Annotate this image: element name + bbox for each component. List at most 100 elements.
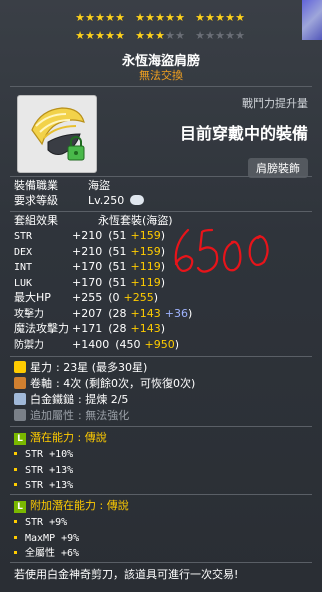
legendary-grade-icon: L <box>14 501 26 513</box>
divider <box>10 356 312 357</box>
star-filled-icon: ★ <box>215 11 225 24</box>
enhance-label: 追加屬性 <box>30 409 74 422</box>
star-filled-icon: ★ <box>175 11 185 24</box>
bullet-icon <box>14 452 17 455</box>
enhance-label: 白金鐵鎚 <box>30 393 74 406</box>
stat-total: +170 <box>72 260 103 273</box>
item-tooltip: ★ ★ ★ ★ ★ ★ ★ ★ ★ ★ ★ ★ ★ ★ ★ ★ ★ ★ ★ ★ ★ ★ ★ ★ ★ ★ ★ ★ ★ ★ 永恆海盜肩膀 無… <box>0 0 322 592</box>
star-group: ★ ★ ★ ★ ★ <box>75 11 125 24</box>
stat-total: +170 <box>72 275 103 289</box>
stat-name: DEX <box>14 246 33 258</box>
stat-name: 攻擊力 <box>14 308 44 320</box>
enhance-value: : 無法強化 <box>78 409 130 422</box>
stat-row: 最大HP +255 (0 +255) <box>14 290 158 305</box>
potential-line-text: STR +13% <box>25 464 74 476</box>
potential-line: STR +10% <box>14 448 73 462</box>
star-filled-icon: ★ <box>75 11 85 24</box>
divider <box>10 494 312 495</box>
star-filled-icon: ★ <box>145 11 155 24</box>
potential-line: STR +13% <box>14 464 73 478</box>
flame-icon <box>14 409 26 421</box>
scroll-icon <box>14 377 26 389</box>
star-filled-icon: ★ <box>105 29 115 42</box>
stat-total: +255 <box>72 291 103 304</box>
star-filled-icon: ★ <box>205 11 215 24</box>
divider <box>10 211 312 212</box>
stat-row: LUK +170 (51 +119) <box>14 275 165 290</box>
bullet-icon <box>14 520 17 523</box>
enhance-row: 白金鐵鎚: 提煉 2/5 <box>14 392 128 407</box>
star-empty-icon: ★ <box>215 29 225 42</box>
stat-total: +1400 <box>72 337 110 351</box>
stat-bonus: +255 <box>123 291 154 304</box>
star-filled-icon: ★ <box>145 29 155 42</box>
potential-line-text: 全屬性 +6% <box>25 548 80 559</box>
stat-bonus: +143 <box>130 322 161 335</box>
stat-row: DEX +210 (51 +159) <box>14 244 165 259</box>
stat-bonus: +950 <box>144 337 175 351</box>
stat-total: +171 <box>72 322 103 335</box>
hammer-icon <box>14 393 26 405</box>
star-empty-icon: ★ <box>175 29 185 42</box>
stat-bonus: +119 <box>130 275 161 289</box>
stat-base: (28 <box>108 306 127 320</box>
stat-row: INT +170 (51 +119) <box>14 259 165 274</box>
enhance-label: 星力 <box>30 361 52 374</box>
potential-line: 全屬性 +6% <box>14 547 79 561</box>
star-force-icon <box>14 361 26 373</box>
additional-potential-title: 附加潛在能力 : 傳說 <box>30 499 129 512</box>
bullet-icon <box>14 483 17 486</box>
stat-close: ) <box>160 229 166 242</box>
combat-power-label: 戰鬥力提升量 <box>242 97 308 110</box>
divider <box>10 176 312 177</box>
stat-base: (51 <box>108 229 127 242</box>
stat-name: LUK <box>14 277 33 289</box>
stat-bonus: +119 <box>130 260 161 273</box>
enhance-row: 追加屬性 : 無法強化 <box>14 408 129 423</box>
star-group: ★ ★ ★ ★ ★ <box>135 11 185 24</box>
star-empty-icon: ★ <box>205 29 215 42</box>
enhance-row: 星力: 23星 (最多30星) <box>14 360 147 375</box>
star-filled-icon: ★ <box>225 11 235 24</box>
star-filled-icon: ★ <box>115 11 125 24</box>
stat-base: (450 <box>115 337 141 351</box>
set-effect-value: 永恆套裝(海盜) <box>98 214 173 227</box>
stat-close: ) <box>187 306 193 320</box>
star-filled-icon: ★ <box>75 29 85 42</box>
star-empty-icon: ★ <box>195 29 205 42</box>
stat-base: (51 <box>108 275 127 289</box>
star-filled-icon: ★ <box>85 29 95 42</box>
divider <box>10 426 312 427</box>
stat-bonus: +143 <box>130 306 161 320</box>
star-filled-icon: ★ <box>165 11 175 24</box>
combat-power-value: 目前穿戴中的裝備 <box>179 124 308 143</box>
stat-base: (51 <box>108 260 127 273</box>
star-group: ★ ★ ★ ★ ★ <box>195 29 245 42</box>
star-filled-icon: ★ <box>85 11 95 24</box>
stat-name: STR <box>14 231 33 242</box>
stat-total: +210 <box>72 244 103 258</box>
bullet-icon <box>14 467 17 471</box>
potential-line-text: MaxMP +9% <box>25 532 80 544</box>
potential-line-text: STR +9% <box>25 517 68 528</box>
trade-status: 無法交換 <box>139 69 183 82</box>
star-filled-icon: ★ <box>155 29 165 42</box>
star-filled-icon: ★ <box>135 11 145 24</box>
bullet-icon <box>14 551 17 554</box>
shoulder-icon <box>31 107 85 161</box>
footer-note: 若使用白金神奇剪刀，該道具可進行一次交易! <box>14 568 239 581</box>
stat-total: +210 <box>72 229 103 242</box>
divider <box>10 562 312 563</box>
star-filled-icon: ★ <box>135 29 145 42</box>
stat-base: (0 <box>108 291 120 304</box>
stat-base: (51 <box>108 244 127 258</box>
stat-close: ) <box>160 322 166 335</box>
stat-bonus: +159 <box>130 244 161 258</box>
set-effect-row: 套組效果 永恆套裝(海盜) <box>14 213 173 228</box>
stat-name: 最大HP <box>14 291 51 304</box>
star-filled-icon: ★ <box>95 29 105 42</box>
stat-row: STR +210 (51 +159) <box>14 228 165 243</box>
potential-line: MaxMP +9% <box>14 532 79 546</box>
stat-close: ) <box>160 260 166 273</box>
bullet-icon <box>14 535 17 539</box>
